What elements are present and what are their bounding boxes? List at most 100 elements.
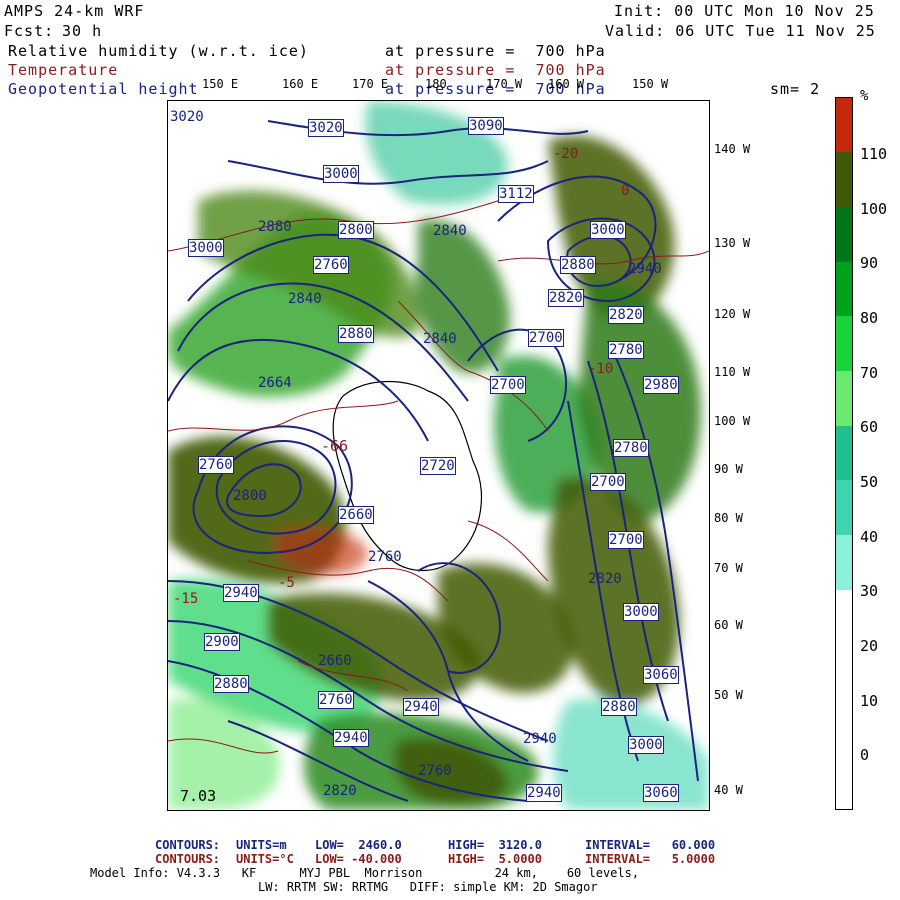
height-label: 3020: [170, 109, 204, 125]
height-label: 3000: [628, 736, 664, 754]
contours-height-units: UNITS=m: [236, 838, 287, 852]
height-label: 3000: [323, 165, 359, 183]
lon-label: 150 E: [202, 77, 239, 91]
lon-label-right: 100 W: [714, 414, 751, 428]
height-label: 2720: [420, 457, 456, 475]
colorbar-segment: [836, 590, 852, 809]
lon-label: 170 E: [352, 77, 389, 91]
height-label: 2760: [368, 549, 402, 565]
height-label: 3000: [188, 239, 224, 257]
height-label: 2880: [258, 219, 292, 235]
temperature-label: -66: [321, 437, 349, 455]
height-label: 2780: [613, 439, 649, 457]
colorbar-tick: 70: [860, 364, 879, 382]
lon-label-right: 140 W: [714, 142, 751, 156]
height-label: 3020: [308, 119, 344, 137]
contours-height-interval: INTERVAL= 60.000: [585, 838, 716, 852]
height-label: 2780: [608, 341, 644, 359]
height-label: 2664: [258, 375, 292, 391]
colorbar-segment: [836, 316, 852, 371]
model-title: AMPS 24-km WRF: [4, 2, 145, 20]
height-label: 2660: [338, 506, 374, 524]
temperature-label: 0: [621, 183, 630, 199]
map-panel: 3020 3020 3090 3000 3112 3000 2880 2800 …: [167, 100, 710, 811]
height-label: 2820: [608, 306, 644, 324]
height-label: 2840: [288, 291, 322, 307]
height-label: 2760: [418, 763, 452, 779]
height-label: 2880: [213, 675, 249, 693]
temperature-label: -15: [173, 591, 199, 607]
colorbar-tick: 100: [860, 200, 888, 218]
height-label: 2700: [608, 531, 644, 549]
colorbar-segment: [836, 426, 852, 480]
valid-time: Valid: 06 UTC Tue 11 Nov 25: [605, 22, 876, 40]
colorbar-tick: 50: [860, 473, 879, 491]
lower-left-value: 7.03: [180, 787, 217, 805]
height-label: 2940: [333, 729, 369, 747]
height-label: 2760: [318, 691, 354, 709]
contours-temp-high: HIGH= 5.0000: [448, 852, 542, 866]
height-label: 2940: [628, 261, 662, 277]
colorbar-tick: 20: [860, 637, 879, 655]
colorbar-segment: [836, 371, 852, 426]
contours-height-low: LOW= 2460.0: [315, 838, 402, 852]
lon-label-right: 40 W: [714, 783, 743, 797]
forecast-label: Fcst:: [4, 22, 55, 40]
height-label: 2840: [433, 223, 467, 239]
lon-label: 180: [425, 77, 447, 91]
lon-label-right: 70 W: [714, 561, 743, 575]
height-label: 2880: [601, 698, 637, 716]
lon-label: 170 W: [486, 77, 523, 91]
height-label: 3000: [623, 603, 659, 621]
height-label: 2940: [523, 731, 557, 747]
height-label: 2940: [526, 784, 562, 802]
lon-label-right: 110 W: [714, 365, 751, 379]
height-label: 3112: [498, 185, 534, 203]
colorbar: [835, 97, 853, 810]
height-label: 2700: [490, 376, 526, 394]
colorbar-segment: [836, 535, 852, 590]
colorbar-segment: [836, 480, 852, 535]
colorbar-tick: 80: [860, 309, 879, 327]
lon-label: 160 W: [548, 77, 585, 91]
height-label: 2880: [338, 325, 374, 343]
height-label: 2760: [198, 456, 234, 474]
contours-temp-units: UNITS=°C: [236, 852, 294, 866]
height-label: 2820: [588, 571, 622, 587]
height-label: 2980: [643, 376, 679, 394]
height-label: 2700: [528, 329, 564, 347]
contours-temp-label: CONTOURS:: [155, 852, 221, 866]
height-label: 2840: [423, 331, 457, 347]
lon-label-right: 90 W: [714, 462, 743, 476]
colorbar-segment: [836, 207, 852, 262]
colorbar-tick: 60: [860, 418, 879, 436]
field-rh-level: at pressure = 700 hPa: [385, 42, 606, 60]
field-height-name: Geopotential height: [8, 80, 199, 98]
lon-label: 160 E: [282, 77, 319, 91]
colorbar-segment: [836, 152, 852, 207]
height-label: 3090: [468, 117, 504, 135]
colorbar-segment: [836, 262, 852, 316]
init-time: Init: 00 UTC Mon 10 Nov 25: [614, 2, 875, 20]
colorbar-tick: 30: [860, 582, 879, 600]
height-label: 3060: [643, 784, 679, 802]
model-info-line2: LW: RRTM SW: RRTMG DIFF: simple KM: 2D S…: [258, 880, 598, 894]
temperature-label: -5: [278, 575, 295, 591]
height-label: 2760: [313, 256, 349, 274]
temperature-label: -10: [588, 361, 614, 377]
contours-height-high: HIGH= 3120.0: [448, 838, 542, 852]
colorbar-tick: 40: [860, 528, 879, 546]
colorbar-tick: 90: [860, 254, 879, 272]
height-label: 2700: [590, 473, 626, 491]
colorbar-tick: 10: [860, 692, 879, 710]
colorbar-tick: 110: [860, 145, 888, 163]
height-label: 2880: [560, 256, 596, 274]
lon-label-right: 50 W: [714, 688, 743, 702]
temperature-label: -20: [553, 146, 579, 162]
colorbar-segment: [836, 98, 852, 152]
height-label: 2940: [223, 584, 259, 602]
height-label: 2660: [318, 653, 352, 669]
lon-label-right: 80 W: [714, 511, 743, 525]
colorbar-unit: %: [860, 88, 869, 104]
height-label: 2900: [204, 633, 240, 651]
